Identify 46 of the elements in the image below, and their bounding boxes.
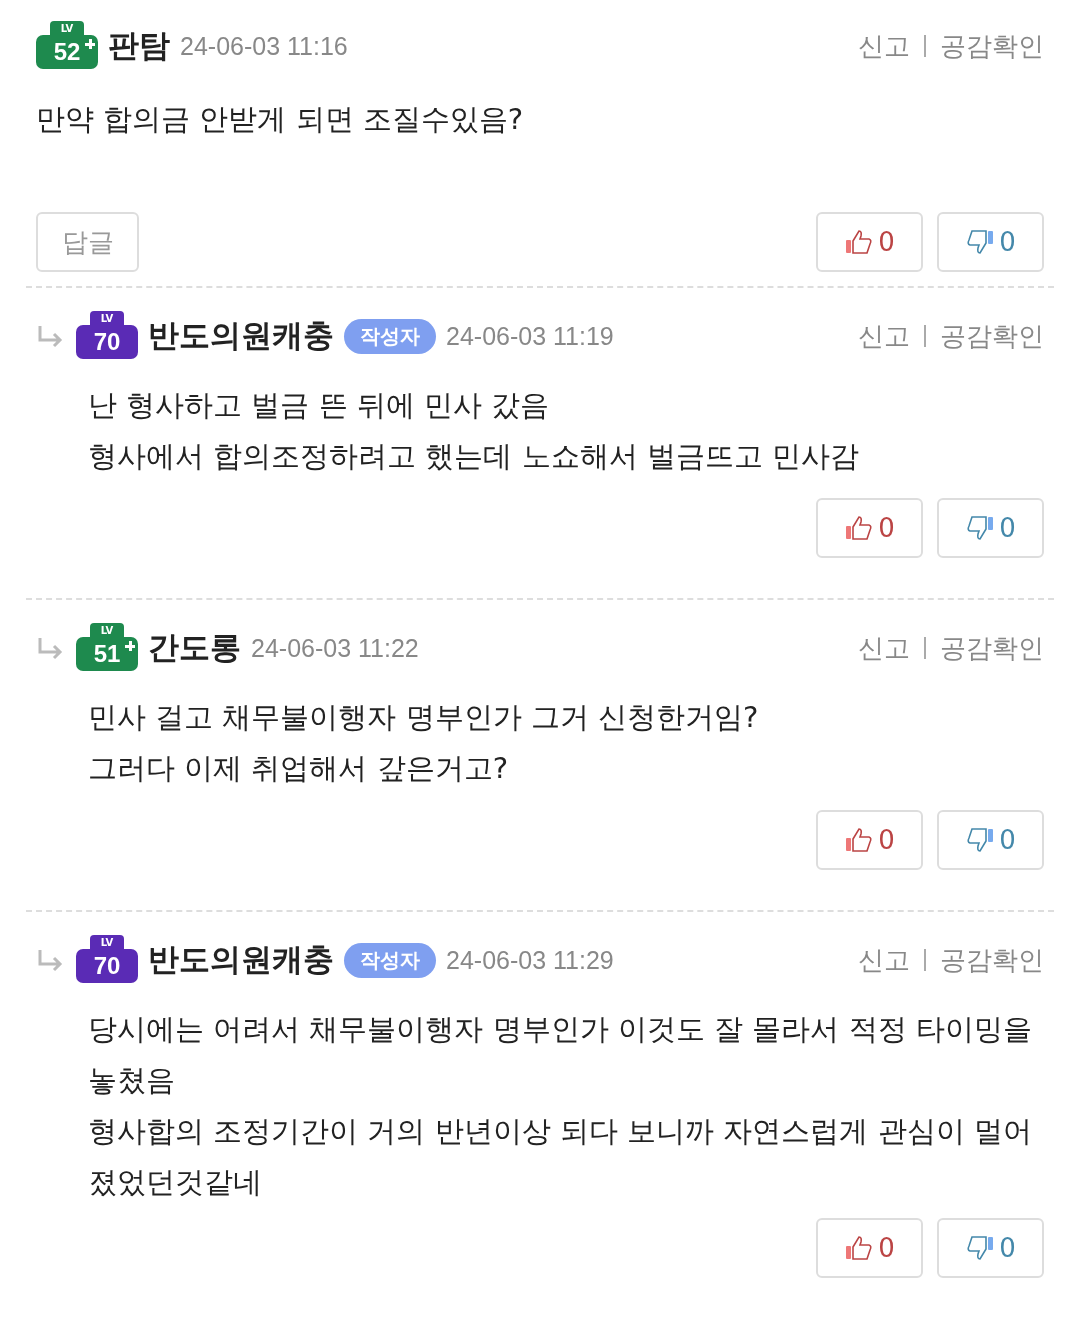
report-link[interactable]: 신고 — [858, 942, 910, 978]
thumbs-down-icon — [965, 514, 996, 542]
level-number: 70 — [93, 328, 121, 356]
like-button[interactable]: 0 — [816, 212, 923, 272]
thumbs-down-icon — [965, 228, 996, 256]
author-name[interactable]: 간도롱 — [148, 627, 241, 669]
like-button[interactable]: 0 — [816, 1218, 923, 1278]
empathy-link[interactable]: 공감확인 — [940, 318, 1044, 354]
empathy-link[interactable]: 공감확인 — [940, 630, 1044, 666]
thumbs-down-icon — [965, 826, 996, 854]
level-label: LV — [90, 935, 124, 951]
comment-time: 24-06-03 11:22 — [251, 633, 419, 663]
level-number: 70 — [93, 952, 121, 980]
author-name[interactable]: 반도의원캐충 — [148, 939, 334, 981]
dislike-button[interactable]: 0 — [937, 212, 1044, 272]
comment-text: 그러다 이제 취업해서 갚은거고? — [88, 750, 510, 787]
comment-text: 민사 걸고 채무불이행자 명부인가 그거 신청한거임? — [88, 699, 760, 736]
reply-button[interactable]: 답글 — [36, 212, 139, 272]
level-number: 51 — [93, 640, 121, 668]
writer-tag: 작성자 — [344, 318, 436, 354]
dislike-button[interactable]: 0 — [937, 810, 1044, 870]
report-link[interactable]: 신고 — [858, 318, 910, 354]
level-label: LV — [90, 623, 124, 639]
comment-time: 24-06-03 11:19 — [446, 321, 614, 351]
empathy-link[interactable]: 공감확인 — [940, 28, 1044, 64]
like-button[interactable]: 0 — [816, 810, 923, 870]
report-link[interactable]: 신고 — [858, 28, 910, 64]
writer-tag: 작성자 — [344, 942, 436, 978]
comment-time: 24-06-03 11:16 — [180, 31, 348, 61]
comment-text: 난 형사하고 벌금 뜬 뒤에 민사 갔음 — [88, 387, 551, 424]
level-label: LV — [50, 21, 84, 37]
author-name[interactable]: 반도의원캐충 — [148, 315, 334, 357]
comment-text: 만약 합의금 안받게 되면 조질수있음? — [36, 101, 525, 138]
level-label: LV — [90, 311, 124, 327]
thumbs-down-icon — [965, 1234, 996, 1262]
author-name[interactable]: 판탐 — [108, 25, 170, 67]
comment-time: 24-06-03 11:29 — [446, 945, 614, 975]
comment-text: 형사에서 합의조정하려고 했는데 노쇼해서 벌금뜨고 민사감 — [88, 438, 861, 475]
report-link[interactable]: 신고 — [858, 630, 910, 666]
dislike-button[interactable]: 0 — [937, 1218, 1044, 1278]
comment-text: 당시에는 어려서 채무불이행자 명부인가 이것도 잘 몰라서 적정 타이밍을 놓쳤음 — [88, 1011, 1033, 1099]
like-button[interactable]: 0 — [816, 498, 923, 558]
level-number: 52 — [53, 38, 81, 66]
dislike-button[interactable]: 0 — [937, 498, 1044, 558]
comment-text: 형사합의 조정기간이 거의 반년이상 되다 보니까 자연스럽게 관심이 멀어졌었던것같네 — [88, 1113, 1033, 1201]
empathy-link[interactable]: 공감확인 — [940, 942, 1044, 978]
